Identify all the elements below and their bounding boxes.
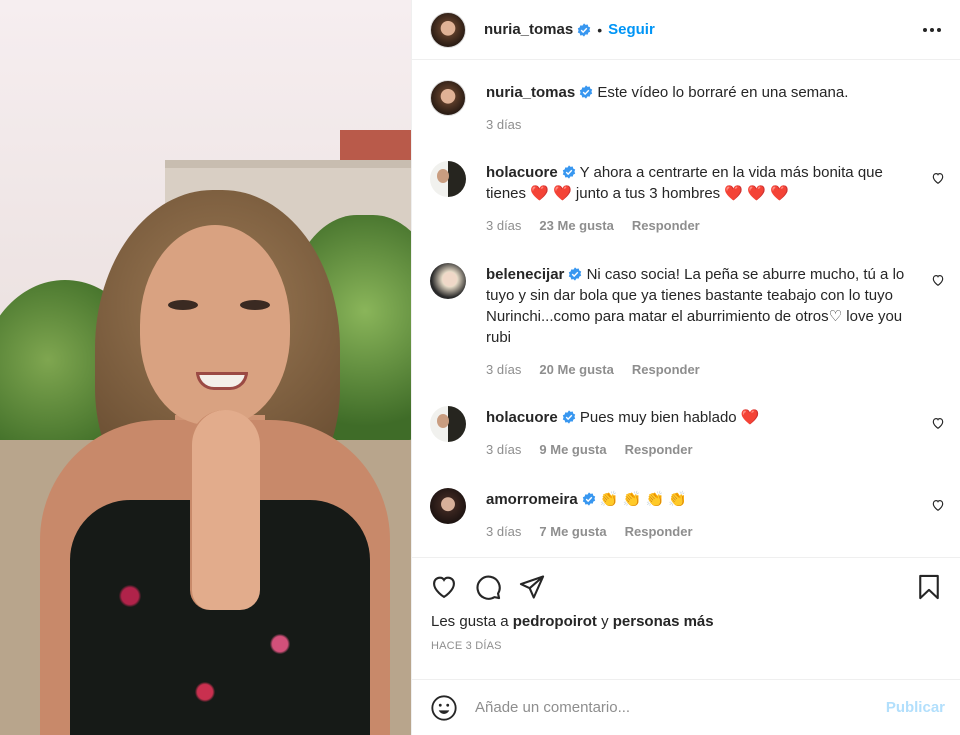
share-send-icon[interactable] <box>518 573 546 601</box>
comment-username[interactable]: belenecijar <box>486 266 564 283</box>
comment-likes[interactable]: 9 Me gusta <box>539 442 606 457</box>
comment-text: tienes <box>486 185 527 202</box>
verified-badge-icon <box>569 267 582 281</box>
list-item: holacuore Pues muy bien hablado ❤️ 3 día… <box>430 406 945 457</box>
post-header: nuria_tomas • Seguir <box>412 0 960 60</box>
post-date[interactable]: Hace 3 días <box>412 640 960 652</box>
list-item: holacuore Y ahora a centrarte en la vida… <box>430 161 945 233</box>
add-comment-bar: Publicar <box>412 679 960 735</box>
verified-badge-icon <box>562 165 575 179</box>
comment-likes[interactable]: 23 Me gusta <box>539 218 613 233</box>
comment-text: 👏 👏 👏 👏 <box>599 491 688 508</box>
reply-button[interactable]: Responder <box>625 442 693 457</box>
liked-by-others-link[interactable]: personas más <box>613 613 714 630</box>
verified-badge-icon <box>582 492 595 506</box>
comment-likes[interactable]: 20 Me gusta <box>539 362 613 377</box>
avatar[interactable] <box>430 80 466 116</box>
reply-button[interactable]: Responder <box>632 362 700 377</box>
post-video[interactable] <box>0 0 411 735</box>
heart-emoji: ❤️ ❤️ ❤️ <box>724 185 789 202</box>
like-comment-heart-icon[interactable] <box>931 416 945 430</box>
likes-conjunction: y <box>601 613 609 630</box>
person-eye <box>240 300 270 310</box>
avatar[interactable] <box>430 406 466 442</box>
caption: nuria_tomas Este vídeo lo borraré en una… <box>430 80 945 132</box>
post-side-panel: nuria_tomas • Seguir nuria_tomas Este ví… <box>411 0 960 735</box>
comment-bubble-icon[interactable] <box>474 573 502 601</box>
comment-time[interactable]: 3 días <box>486 442 521 457</box>
comment-username[interactable]: holacuore <box>486 164 558 181</box>
verified-badge-icon <box>562 410 575 424</box>
reply-button[interactable]: Responder <box>625 524 693 539</box>
author-username[interactable]: nuria_tomas <box>484 21 573 38</box>
list-item: belenecijar Ni caso socia! La peña se ab… <box>430 263 945 377</box>
publish-button[interactable]: Publicar <box>886 699 945 716</box>
emoji-icon[interactable] <box>430 694 458 722</box>
comment-likes[interactable]: 7 Me gusta <box>539 524 606 539</box>
caption-text: Este vídeo lo borraré en una semana. <box>597 84 849 101</box>
comment-input[interactable] <box>475 699 886 716</box>
like-comment-heart-icon[interactable] <box>931 171 945 185</box>
like-comment-heart-icon[interactable] <box>931 498 945 512</box>
like-comment-heart-icon[interactable] <box>931 273 945 287</box>
reply-button[interactable]: Responder <box>632 218 700 233</box>
person-hands <box>190 410 260 610</box>
more-horizontal-icon[interactable] <box>920 18 944 42</box>
likes-prefix: Les gusta a <box>431 613 509 630</box>
verified-badge-icon <box>578 22 591 37</box>
post-actions: Les gusta a pedropoirot y personas más H… <box>412 557 960 652</box>
avatar[interactable] <box>430 11 466 48</box>
likes-summary: Les gusta a pedropoirot y personas más <box>412 613 960 630</box>
avatar[interactable] <box>430 161 466 197</box>
caption-username[interactable]: nuria_tomas <box>486 84 575 101</box>
person-face <box>140 225 290 425</box>
list-item: amorromeira 👏 👏 👏 👏 3 días 7 Me gusta Re… <box>430 488 945 539</box>
comment-time[interactable]: 3 días <box>486 362 521 377</box>
comment-text: junto a tus 3 hombres <box>575 185 721 202</box>
comments-list[interactable]: nuria_tomas Este vídeo lo borraré en una… <box>412 61 960 557</box>
comment-time[interactable]: 3 días <box>486 218 521 233</box>
verified-badge-icon <box>580 85 593 99</box>
avatar[interactable] <box>430 263 466 299</box>
avatar[interactable] <box>430 488 466 524</box>
comment-text: Y ahora a centrarte en la vida más bonit… <box>579 164 883 181</box>
comment-username[interactable]: amorromeira <box>486 491 578 508</box>
separator-dot: • <box>597 21 603 38</box>
person-eye <box>168 300 198 310</box>
liked-by-user-link[interactable]: pedropoirot <box>513 613 597 630</box>
like-heart-icon[interactable] <box>430 573 458 601</box>
heart-emoji: ❤️ ❤️ <box>530 185 572 202</box>
comment-time[interactable]: 3 días <box>486 524 521 539</box>
comment-username[interactable]: holacuore <box>486 409 558 426</box>
caption-time[interactable]: 3 días <box>486 117 521 132</box>
comment-text: Pues muy bien hablado <box>579 409 737 426</box>
bookmark-save-icon[interactable] <box>915 573 943 601</box>
follow-button[interactable]: Seguir <box>608 21 655 38</box>
heart-emoji: ❤️ <box>740 409 760 426</box>
